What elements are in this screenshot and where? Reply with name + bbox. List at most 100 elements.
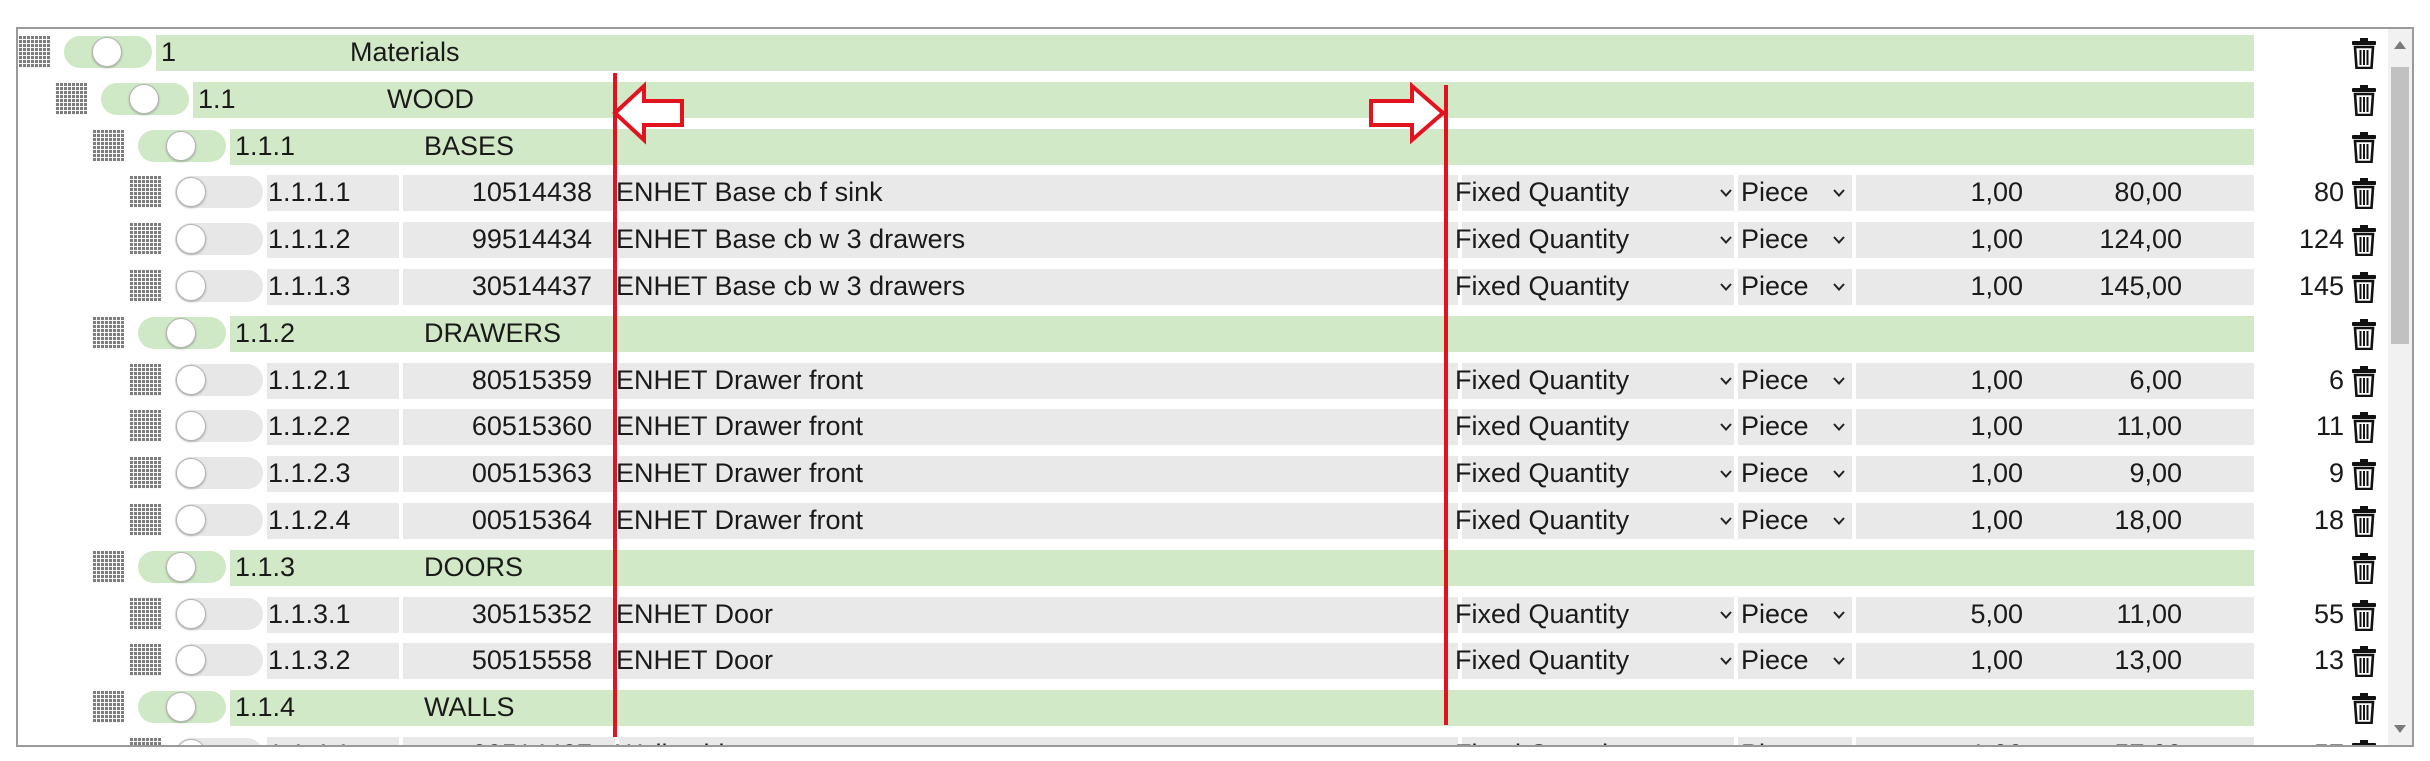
quantity-type-chevron-down-icon[interactable] bbox=[1720, 468, 1732, 480]
row-toggle[interactable] bbox=[175, 363, 263, 396]
article-number: 00515363 bbox=[471, 458, 592, 489]
unit-chevron-down-icon[interactable] bbox=[1833, 187, 1845, 199]
drag-grid-icon[interactable] bbox=[92, 316, 124, 349]
drag-grid-icon[interactable] bbox=[129, 363, 161, 396]
unit-chevron-down-icon[interactable] bbox=[1833, 421, 1845, 433]
drag-grid-icon[interactable] bbox=[55, 82, 87, 115]
row-toggle[interactable] bbox=[138, 316, 226, 349]
scroll-down-icon[interactable] bbox=[2394, 725, 2406, 733]
drag-grid-icon[interactable] bbox=[129, 176, 161, 209]
quantity-type-select: Fixed Quantity bbox=[1455, 224, 1630, 255]
quantity-type-chevron-down-icon[interactable] bbox=[1720, 421, 1732, 433]
quantity-type-chevron-down-icon[interactable] bbox=[1720, 187, 1732, 199]
vertical-scrollbar[interactable] bbox=[2388, 29, 2412, 745]
scrollbar-thumb[interactable] bbox=[2391, 67, 2409, 344]
drag-grid-icon[interactable] bbox=[92, 550, 124, 583]
row-toggle[interactable] bbox=[64, 36, 152, 68]
trash-icon[interactable] bbox=[2351, 131, 2377, 163]
item-row: 1.1.2.4 00515364 ENHET Drawer front Fixed Q… bbox=[18, 497, 2392, 544]
group-name: Materials bbox=[350, 37, 460, 67]
quantity-type-select: Fixed Quantity bbox=[1455, 645, 1630, 676]
quantity-type-chevron-down-icon[interactable] bbox=[1720, 375, 1732, 387]
row-toggle[interactable] bbox=[175, 410, 263, 443]
unit-chevron-down-icon[interactable] bbox=[1833, 234, 1845, 246]
group-row: 1 Materials bbox=[18, 29, 2392, 76]
drag-grid-icon[interactable] bbox=[129, 410, 161, 443]
quantity-value: 1,00 bbox=[1858, 731, 2023, 745]
row-toggle[interactable] bbox=[175, 597, 263, 630]
unit-price-value: 80,00 bbox=[2114, 177, 2182, 208]
toggle-knob bbox=[166, 130, 196, 161]
grid-rows: 1 Materials 1.1 WOOD 1.1.1 BASES 1.1.1.1 105144… bbox=[18, 29, 2392, 745]
row-toggle[interactable] bbox=[175, 738, 263, 745]
row-toggle[interactable] bbox=[175, 223, 263, 256]
drag-grid-icon[interactable] bbox=[129, 644, 161, 677]
trash-icon[interactable] bbox=[2351, 458, 2377, 491]
trash-icon[interactable] bbox=[2351, 365, 2377, 397]
unit-chevron-down-icon[interactable] bbox=[1833, 609, 1845, 621]
quantity-value: 1,00 bbox=[1970, 645, 2023, 676]
article-number: 00515364 bbox=[471, 505, 592, 535]
quantity-type-chevron-down-icon[interactable] bbox=[1720, 234, 1732, 246]
drag-grid-icon[interactable] bbox=[92, 129, 124, 162]
trash-icon[interactable] bbox=[2351, 84, 2377, 116]
trash-icon[interactable] bbox=[2351, 505, 2377, 537]
item-row: 1.1.3.2 50515558 ENHET Door Fixed Quantity P… bbox=[18, 637, 2392, 684]
article-number: 99514434 bbox=[471, 224, 592, 255]
row-toggle[interactable] bbox=[175, 270, 263, 302]
quantity-type-select: Fixed Quantity bbox=[1455, 364, 1630, 395]
trash-icon[interactable] bbox=[2351, 224, 2377, 257]
toggle-knob bbox=[166, 551, 196, 582]
row-toggle[interactable] bbox=[175, 504, 263, 536]
column-separator bbox=[1852, 175, 1856, 212]
row-toggle[interactable] bbox=[138, 550, 226, 583]
drag-grid-icon[interactable] bbox=[129, 223, 161, 256]
unit-select: Piece bbox=[1741, 271, 1809, 301]
group-name: WOOD bbox=[387, 83, 474, 114]
row-toggle[interactable] bbox=[138, 129, 226, 162]
quantity-type-select: Fixed Quantity bbox=[1455, 598, 1630, 629]
unit-chevron-down-icon[interactable] bbox=[1833, 375, 1845, 387]
quantity-type-chevron-down-icon[interactable] bbox=[1720, 609, 1732, 621]
group-row: 1.1.1 BASES bbox=[18, 123, 2392, 170]
drag-grid-icon[interactable] bbox=[129, 457, 161, 490]
trash-icon[interactable] bbox=[2351, 692, 2377, 725]
unit-chevron-down-icon[interactable] bbox=[1833, 281, 1845, 293]
trash-icon[interactable] bbox=[2351, 318, 2377, 350]
group-band bbox=[230, 128, 2254, 165]
unit-price-value: 9,00 bbox=[2129, 458, 2182, 489]
unit-chevron-down-icon[interactable] bbox=[1833, 655, 1845, 667]
unit-chevron-down-icon[interactable] bbox=[1833, 515, 1845, 527]
trash-icon[interactable] bbox=[2351, 411, 2377, 444]
row-toggle[interactable] bbox=[138, 691, 226, 724]
drag-grid-icon[interactable] bbox=[129, 270, 161, 302]
trash-icon[interactable] bbox=[2351, 552, 2377, 584]
drag-grid-icon[interactable] bbox=[18, 36, 50, 68]
drag-grid-icon[interactable] bbox=[129, 738, 161, 745]
drag-grid-icon[interactable] bbox=[92, 691, 124, 724]
trash-icon[interactable] bbox=[2351, 739, 2377, 745]
quantity-type-chevron-down-icon[interactable] bbox=[1720, 281, 1732, 293]
quantity-type-chevron-down-icon[interactable] bbox=[1720, 655, 1732, 667]
trash-icon[interactable] bbox=[2351, 271, 2377, 303]
drag-grid-icon[interactable] bbox=[129, 597, 161, 630]
scroll-up-icon[interactable] bbox=[2394, 41, 2406, 49]
unit-select: Piece bbox=[1741, 645, 1809, 676]
column-separator bbox=[399, 737, 403, 745]
trash-icon[interactable] bbox=[2351, 177, 2377, 210]
row-toggle[interactable] bbox=[175, 457, 263, 490]
row-toggle[interactable] bbox=[175, 644, 263, 677]
trash-icon[interactable] bbox=[2351, 37, 2377, 69]
row-code: 1.1.4 bbox=[235, 692, 296, 723]
toggle-knob bbox=[176, 505, 206, 535]
row-toggle[interactable] bbox=[101, 82, 189, 115]
trash-icon[interactable] bbox=[2351, 645, 2377, 678]
trash-icon[interactable] bbox=[2351, 599, 2377, 631]
quantity-type-chevron-down-icon[interactable] bbox=[1720, 515, 1732, 527]
unit-chevron-down-icon[interactable] bbox=[1833, 468, 1845, 480]
column-separator bbox=[1852, 362, 1856, 399]
column-separator bbox=[1734, 409, 1738, 446]
drag-grid-icon[interactable] bbox=[129, 504, 161, 536]
row-toggle[interactable] bbox=[175, 176, 263, 209]
column-separator bbox=[1734, 503, 1738, 539]
